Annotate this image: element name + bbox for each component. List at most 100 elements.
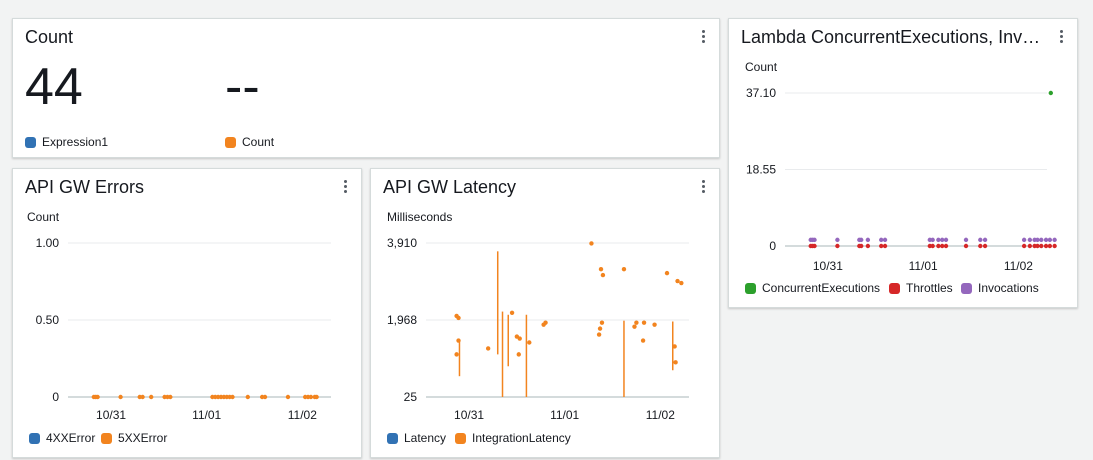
data-point-throttles [978,243,983,249]
data-point-invocations [978,237,983,243]
data-point-integrationlatency [679,280,684,286]
data-point-integrationlatency [456,338,461,343]
legend-item-integrationlatency[interactable]: IntegrationLatency [455,431,571,445]
data-point-integrationlatency [621,266,627,272]
data-point-5xxerror [168,394,173,400]
x-tick-label: 11/01 [192,408,221,422]
count-widget-title: Count [25,27,74,47]
legend-swatch [225,136,236,148]
y-tick-label: 0.50 [36,313,60,327]
data-point-throttles [1035,243,1040,249]
legend-label: Invocations [978,281,1039,295]
data-point-invocations [1043,237,1049,243]
legend-swatch [745,282,756,294]
y-tick-label: 37.10 [746,86,776,100]
y-tick-label: 0 [769,239,776,253]
legend-label: Latency [404,431,447,445]
data-point-5xxerror [308,394,314,400]
legend-swatch [29,432,40,444]
count-value: -- [225,58,260,116]
data-point-invocations [882,237,888,243]
data-point-invocations [1047,237,1053,243]
data-point-throttles [879,243,884,249]
data-point-throttles [982,243,988,249]
data-point-integrationlatency [599,320,605,325]
legend-item-5xxerror[interactable]: 5XXError [101,431,167,445]
data-point-integrationlatency [597,326,603,331]
data-point-invocations [1027,237,1033,243]
legend-swatch [101,432,112,444]
data-point-5xxerror [149,394,154,400]
data-point-integrationlatency [485,346,491,351]
data-point-invocations [859,237,864,243]
count-widget-menu-icon[interactable] [695,28,711,44]
data-point-invocations [1052,237,1057,243]
data-point-invocations [1035,237,1040,243]
data-point-integrationlatency [509,310,515,315]
legend-item-expression1[interactable]: Expression1 [25,135,108,149]
data-point-throttles [1052,243,1057,249]
legend-item-count[interactable]: Count [225,135,274,149]
data-point-5xxerror [118,394,123,400]
x-tick-label: 10/31 [813,259,843,273]
data-point-invocations [812,237,817,243]
data-point-integrationlatency [596,332,602,337]
data-point-invocations [940,237,945,243]
data-point-integrationlatency [454,352,459,357]
x-tick-label: 10/31 [96,408,126,422]
x-tick-label: 11/02 [288,408,317,422]
data-point-throttles [835,243,840,249]
y-tick-label: 25 [404,390,418,404]
data-point-integrationlatency [673,360,678,365]
data-point-integrationlatency [527,340,532,345]
data-point-integrationlatency [600,272,606,278]
legend-item-latency[interactable]: Latency [387,431,446,445]
data-point-throttles [1039,243,1044,249]
data-point-invocations [982,237,988,243]
legend-label: Throttles [906,281,953,295]
data-point-invocations [879,237,884,243]
data-point-concurrentexecutions [1048,90,1054,96]
legend-item-invocations[interactable]: Invocations [961,281,1039,295]
x-tick-label: 11/02 [646,408,675,422]
legend-item-concurrentexecutions[interactable]: ConcurrentExecutions [745,281,880,295]
y-tick-label: 1,968 [387,313,417,327]
y-tick-label: 3,910 [387,236,417,250]
legend-swatch [25,136,36,148]
legend-label: ConcurrentExecutions [762,281,881,295]
data-point-5xxerror [314,394,319,400]
data-point-integrationlatency [664,270,670,276]
legend-label: IntegrationLatency [472,431,571,445]
data-point-throttles [882,243,888,249]
data-point-5xxerror [95,394,100,400]
y-tick-label: 0 [52,390,59,404]
data-point-5xxerror [262,394,268,400]
data-point-throttles [1021,243,1027,249]
data-point-integrationlatency [456,315,461,321]
data-point-invocations [865,237,871,243]
legend-label: Count [242,135,275,149]
data-point-integrationlatency [516,352,521,357]
y-tick-label: 1.00 [36,236,60,250]
data-point-invocations [943,237,949,243]
data-point-throttles [1043,243,1049,249]
data-point-invocations [936,237,941,243]
legend-item-4xxerror[interactable]: 4XXError [29,431,95,445]
data-point-integrationlatency [598,266,604,272]
data-point-throttles [1027,243,1033,249]
legend-swatch [387,432,398,444]
legend-item-throttles[interactable]: Throttles [889,281,953,295]
data-point-integrationlatency [675,278,680,284]
data-point-integrationlatency [641,320,647,325]
data-point-5xxerror [140,394,145,400]
data-point-integrationlatency [640,338,646,343]
data-point-throttles [936,243,941,249]
data-point-integrationlatency [517,336,522,341]
lambda-chart: 37.10 18.55 0 10/31 11/01 11/02 [746,86,1057,273]
legend-swatch [889,282,900,294]
x-tick-label: 11/02 [1004,259,1033,273]
data-point-integrationlatency [543,320,548,325]
api-gw-errors-widget: API GW Errors Count 1.00 0.50 0 10/31 11/01 1… [12,168,362,458]
api-gw-errors-chart: 1.00 0.50 0 10/31 11/01 11/02 [36,236,331,422]
data-point-5xxerror [230,394,235,400]
